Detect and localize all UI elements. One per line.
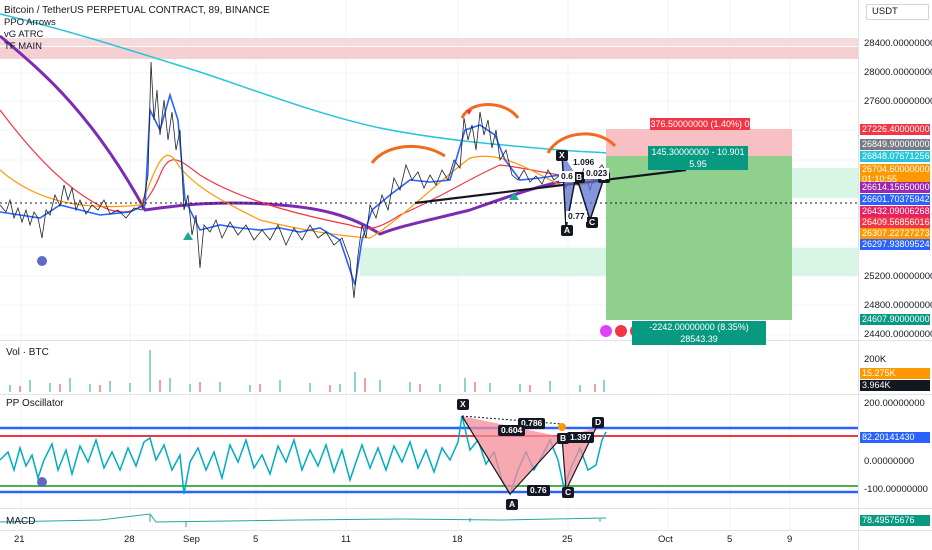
signal-dot	[37, 256, 47, 266]
time-tick: 21	[14, 534, 25, 545]
position-target-label[interactable]: 376.50000000 (1.40%) 0	[650, 118, 750, 130]
time-tick: 11	[341, 534, 351, 545]
position-stop-label[interactable]: -2242.00000000 (8.35%) 28543.39	[632, 321, 766, 345]
price-tick: 28000.00000000	[864, 67, 932, 78]
price-tag-target: 27226.40000000	[860, 124, 930, 135]
osc-ratio: 0.604	[498, 425, 526, 436]
osc-point-x[interactable]: X	[457, 399, 469, 410]
price-tag: 26601.70375942	[860, 194, 930, 205]
price-tag: 26614.15650000	[860, 182, 930, 193]
macd-value-tag: 78.49575676	[860, 515, 930, 526]
resistance-band	[0, 38, 858, 46]
pattern-ratio: 0.6	[559, 171, 575, 182]
price-tag: 26297.93809524	[860, 239, 930, 250]
time-tick: Sep	[183, 534, 200, 545]
indicator-legend-3[interactable]: TF MAIN	[4, 41, 42, 52]
price-tick: 25200.00000000	[864, 271, 932, 282]
currency-button[interactable]: USDT	[866, 4, 929, 20]
pane-separator[interactable]	[0, 394, 932, 395]
position-stop-zone	[606, 156, 792, 320]
osc-point-c[interactable]: C	[562, 487, 575, 498]
osc-point-d[interactable]: D	[592, 417, 605, 428]
osc-ratio: 1.397	[567, 432, 595, 443]
purple-ma-line	[0, 34, 607, 236]
resistance-band	[0, 47, 858, 59]
left-shoulder-arc	[370, 144, 446, 164]
entry-line-2: 5.95	[689, 159, 707, 169]
signal-dot	[558, 423, 566, 431]
time-tick: 28	[124, 534, 135, 545]
pane-separator[interactable]	[0, 508, 932, 509]
chart-canvas[interactable]	[0, 0, 932, 550]
pane-separator	[0, 530, 932, 531]
volume-tick: 200K	[864, 354, 887, 365]
pattern-point-x[interactable]: X	[556, 150, 568, 161]
price-axis-border	[858, 0, 859, 550]
oscillator-pane-title[interactable]: PP Oscillator	[6, 398, 64, 409]
pattern-ratio: 0.77	[566, 211, 587, 222]
price-tick: 27600.00000000	[864, 96, 932, 107]
signal-dot	[37, 477, 47, 487]
time-tick: 25	[562, 534, 573, 545]
volume-bars	[9, 350, 605, 392]
price-tag-stop: 24607.90000000	[860, 314, 930, 325]
osc-tick: 200.00000000	[864, 398, 925, 409]
volume-tag: 3.964K	[860, 380, 930, 391]
osc-point-a[interactable]: A	[506, 499, 519, 510]
price-tag: 26848.07671256	[860, 151, 930, 162]
volume-ma-tag: 15.275K	[860, 368, 930, 379]
event-icon	[600, 325, 612, 337]
position-entry-label[interactable]: 145.30000000 - 10.901 5.95	[648, 146, 748, 170]
time-tick: Oct	[658, 534, 673, 545]
time-tick: 5	[727, 534, 733, 545]
price-tag: 26432.09006268	[860, 206, 930, 217]
indicator-legend-2[interactable]: vG ATRC	[4, 29, 43, 40]
osc-tick: -100.00000000	[864, 484, 928, 495]
price-tick: 24400.00000000	[864, 329, 932, 340]
price-tag: 26307.22727273	[860, 228, 930, 239]
macd-line	[0, 513, 607, 523]
pattern-point-c[interactable]: C	[586, 217, 599, 228]
volume-pane-title[interactable]: Vol · BTC	[6, 347, 49, 358]
pattern-ratio: 0.023	[584, 168, 610, 179]
pattern-point-a[interactable]: A	[561, 225, 574, 236]
price-tag: 26849.90000000	[860, 139, 930, 150]
osc-value-tag: 82.20141430	[860, 432, 930, 443]
osc-tick: 0.00000000	[864, 456, 915, 467]
macd-pane-title[interactable]: MACD	[6, 516, 35, 527]
flag-icon	[615, 325, 627, 337]
time-tick: 5	[253, 534, 259, 545]
time-tick: 18	[452, 534, 463, 545]
slow-ma-line	[0, 13, 607, 154]
osc-ratio: 0.76	[527, 485, 550, 496]
price-tick: 28400.00000000	[864, 38, 932, 49]
pane-separator[interactable]	[0, 340, 932, 341]
indicator-legend-1[interactable]: PPO Arrows	[4, 17, 56, 28]
pattern-ratio: 1.096	[571, 157, 597, 168]
price-tick: 24800.00000000	[864, 300, 932, 311]
time-tick: 9	[787, 534, 793, 545]
entry-line-1: 145.30000000 - 10.901	[651, 147, 745, 157]
price-tag: 26409.56856016	[860, 217, 930, 228]
symbol-title[interactable]: Bitcoin / TetherUS PERPETUAL CONTRACT, 8…	[4, 5, 270, 16]
